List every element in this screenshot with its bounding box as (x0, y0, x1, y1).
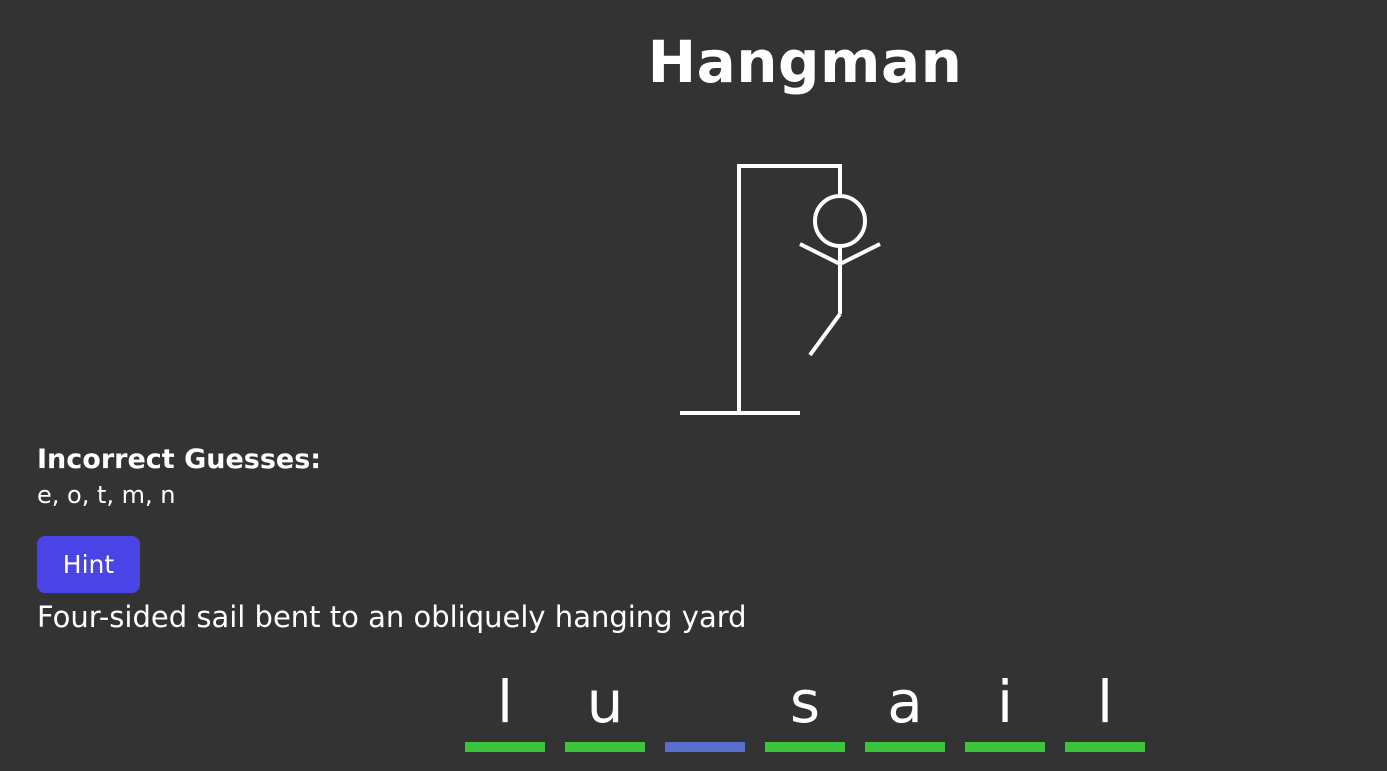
slot-letter: s (789, 668, 821, 736)
incorrect-guesses: Incorrect Guesses: e, o, t, m, n (37, 442, 321, 512)
word-display: l u sa i l (465, 662, 1145, 752)
revealed-letter-bar (465, 742, 545, 752)
letter-slot: a (865, 662, 945, 752)
game-page: Hangman Incorrect Guesses: e, o, t, m, n… (0, 0, 1387, 771)
revealed-letter-bar (565, 742, 645, 752)
incorrect-guesses-list: e, o, t, m, n (37, 481, 176, 509)
letter-slot: l (465, 662, 545, 752)
hangman-left-leg (808, 312, 842, 357)
letter-slot (665, 662, 745, 752)
hint-text: Four-sided sail bent to an obliquely han… (37, 600, 747, 634)
letter-slot: i (965, 662, 1045, 752)
letter-slot: u (565, 662, 645, 752)
revealed-letter-bar (865, 742, 945, 752)
slot-letter: u (586, 668, 624, 736)
slot-letter: l (1096, 668, 1114, 736)
hangman-drawing (680, 164, 881, 415)
letter-slot: l (1065, 662, 1145, 752)
slot-letter: a (887, 668, 923, 736)
hidden-letter-bar (665, 742, 745, 752)
page-title: Hangman (647, 28, 963, 96)
revealed-letter-bar (965, 742, 1045, 752)
incorrect-guesses-heading: Incorrect Guesses: (37, 444, 322, 475)
hint-button[interactable]: Hint (37, 536, 140, 593)
hangman-head (813, 194, 867, 248)
letter-slot: s (765, 662, 845, 752)
revealed-letter-bar (1065, 742, 1145, 752)
slot-letter: l (496, 668, 514, 736)
slot-letter: i (996, 668, 1014, 736)
revealed-letter-bar (765, 742, 845, 752)
